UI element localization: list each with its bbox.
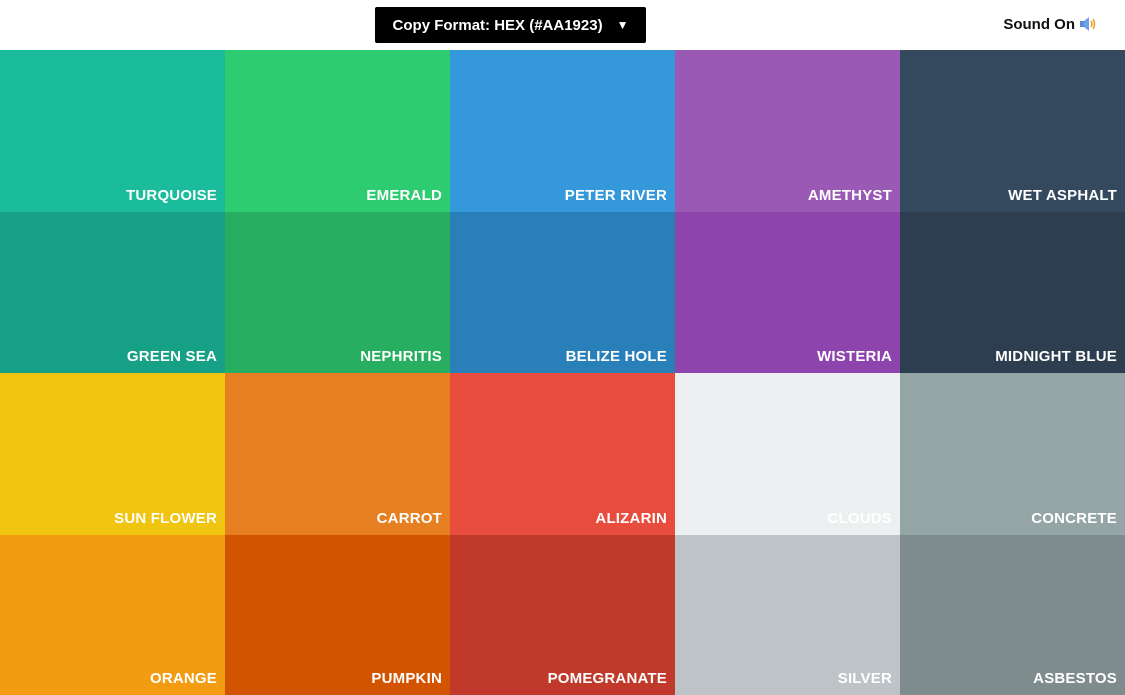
color-swatch[interactable]: MIDNIGHT BLUE	[900, 212, 1125, 373]
color-swatch-label: TURQUOISE	[126, 187, 217, 204]
color-swatch-label: ALIZARIN	[595, 510, 667, 527]
color-grid: TURQUOISE EMERALD PETER RIVER AMETHYST WET A…	[0, 50, 1125, 695]
color-swatch-label: WET ASPHALT	[1008, 187, 1117, 204]
color-swatch-label: SUN FLOWER	[114, 510, 217, 527]
color-swatch[interactable]: ASBESTOS	[900, 535, 1125, 695]
color-swatch-label: NEPHRITIS	[360, 348, 442, 365]
color-swatch[interactable]: SUN FLOWER	[0, 373, 225, 535]
color-swatch[interactable]: EMERALD	[225, 50, 450, 212]
color-swatch-label: PUMPKIN	[371, 670, 442, 687]
color-swatch[interactable]: PUMPKIN	[225, 535, 450, 695]
color-swatch-label: BELIZE HOLE	[565, 348, 667, 365]
color-swatch-label: ASBESTOS	[1033, 670, 1117, 687]
color-swatch[interactable]: CONCRETE	[900, 373, 1125, 535]
color-swatch[interactable]: NEPHRITIS	[225, 212, 450, 373]
speaker-icon	[1079, 15, 1097, 33]
copy-format-dropdown[interactable]: Copy Format: HEX (#AA1923) ▼	[375, 7, 646, 43]
color-swatch-label: CLOUDS	[827, 510, 892, 527]
color-swatch[interactable]: PETER RIVER	[450, 50, 675, 212]
color-swatch-label: GREEN SEA	[126, 348, 217, 365]
copy-format-label: Copy Format: HEX (#AA1923)	[392, 16, 603, 34]
sound-toggle[interactable]: Sound On	[1003, 15, 1097, 33]
color-swatch[interactable]: GREEN SEA	[0, 212, 225, 373]
color-swatch-label: EMERALD	[366, 187, 442, 204]
color-swatch[interactable]: CLOUDS	[675, 373, 900, 535]
color-swatch[interactable]: SILVER	[675, 535, 900, 695]
color-swatch-label: CONCRETE	[1031, 510, 1117, 527]
color-swatch-label: AMETHYST	[807, 187, 892, 204]
color-swatch[interactable]: BELIZE HOLE	[450, 212, 675, 373]
color-swatch[interactable]: ORANGE	[0, 535, 225, 695]
color-swatch-label: PETER RIVER	[564, 187, 667, 204]
color-swatch-label: ORANGE	[149, 670, 217, 687]
color-swatch-label: SILVER	[837, 670, 892, 687]
color-swatch[interactable]: CARROT	[225, 373, 450, 535]
color-swatch[interactable]: ALIZARIN	[450, 373, 675, 535]
color-swatch[interactable]: TURQUOISE	[0, 50, 225, 212]
color-swatch[interactable]: POMEGRANATE	[450, 535, 675, 695]
color-swatch[interactable]: WISTERIA	[675, 212, 900, 373]
color-swatch-label: CARROT	[376, 510, 442, 527]
sound-toggle-label: Sound On	[1003, 15, 1075, 33]
color-swatch-label: MIDNIGHT BLUE	[995, 348, 1117, 365]
top-bar: Copy Format: HEX (#AA1923) ▼ Sound On	[0, 0, 1125, 50]
color-swatch[interactable]: AMETHYST	[675, 50, 900, 212]
color-swatch-label: WISTERIA	[817, 348, 892, 365]
color-swatch[interactable]: WET ASPHALT	[900, 50, 1125, 212]
dropdown-arrow-icon: ▼	[616, 18, 629, 32]
color-swatch-label: POMEGRANATE	[547, 670, 667, 687]
